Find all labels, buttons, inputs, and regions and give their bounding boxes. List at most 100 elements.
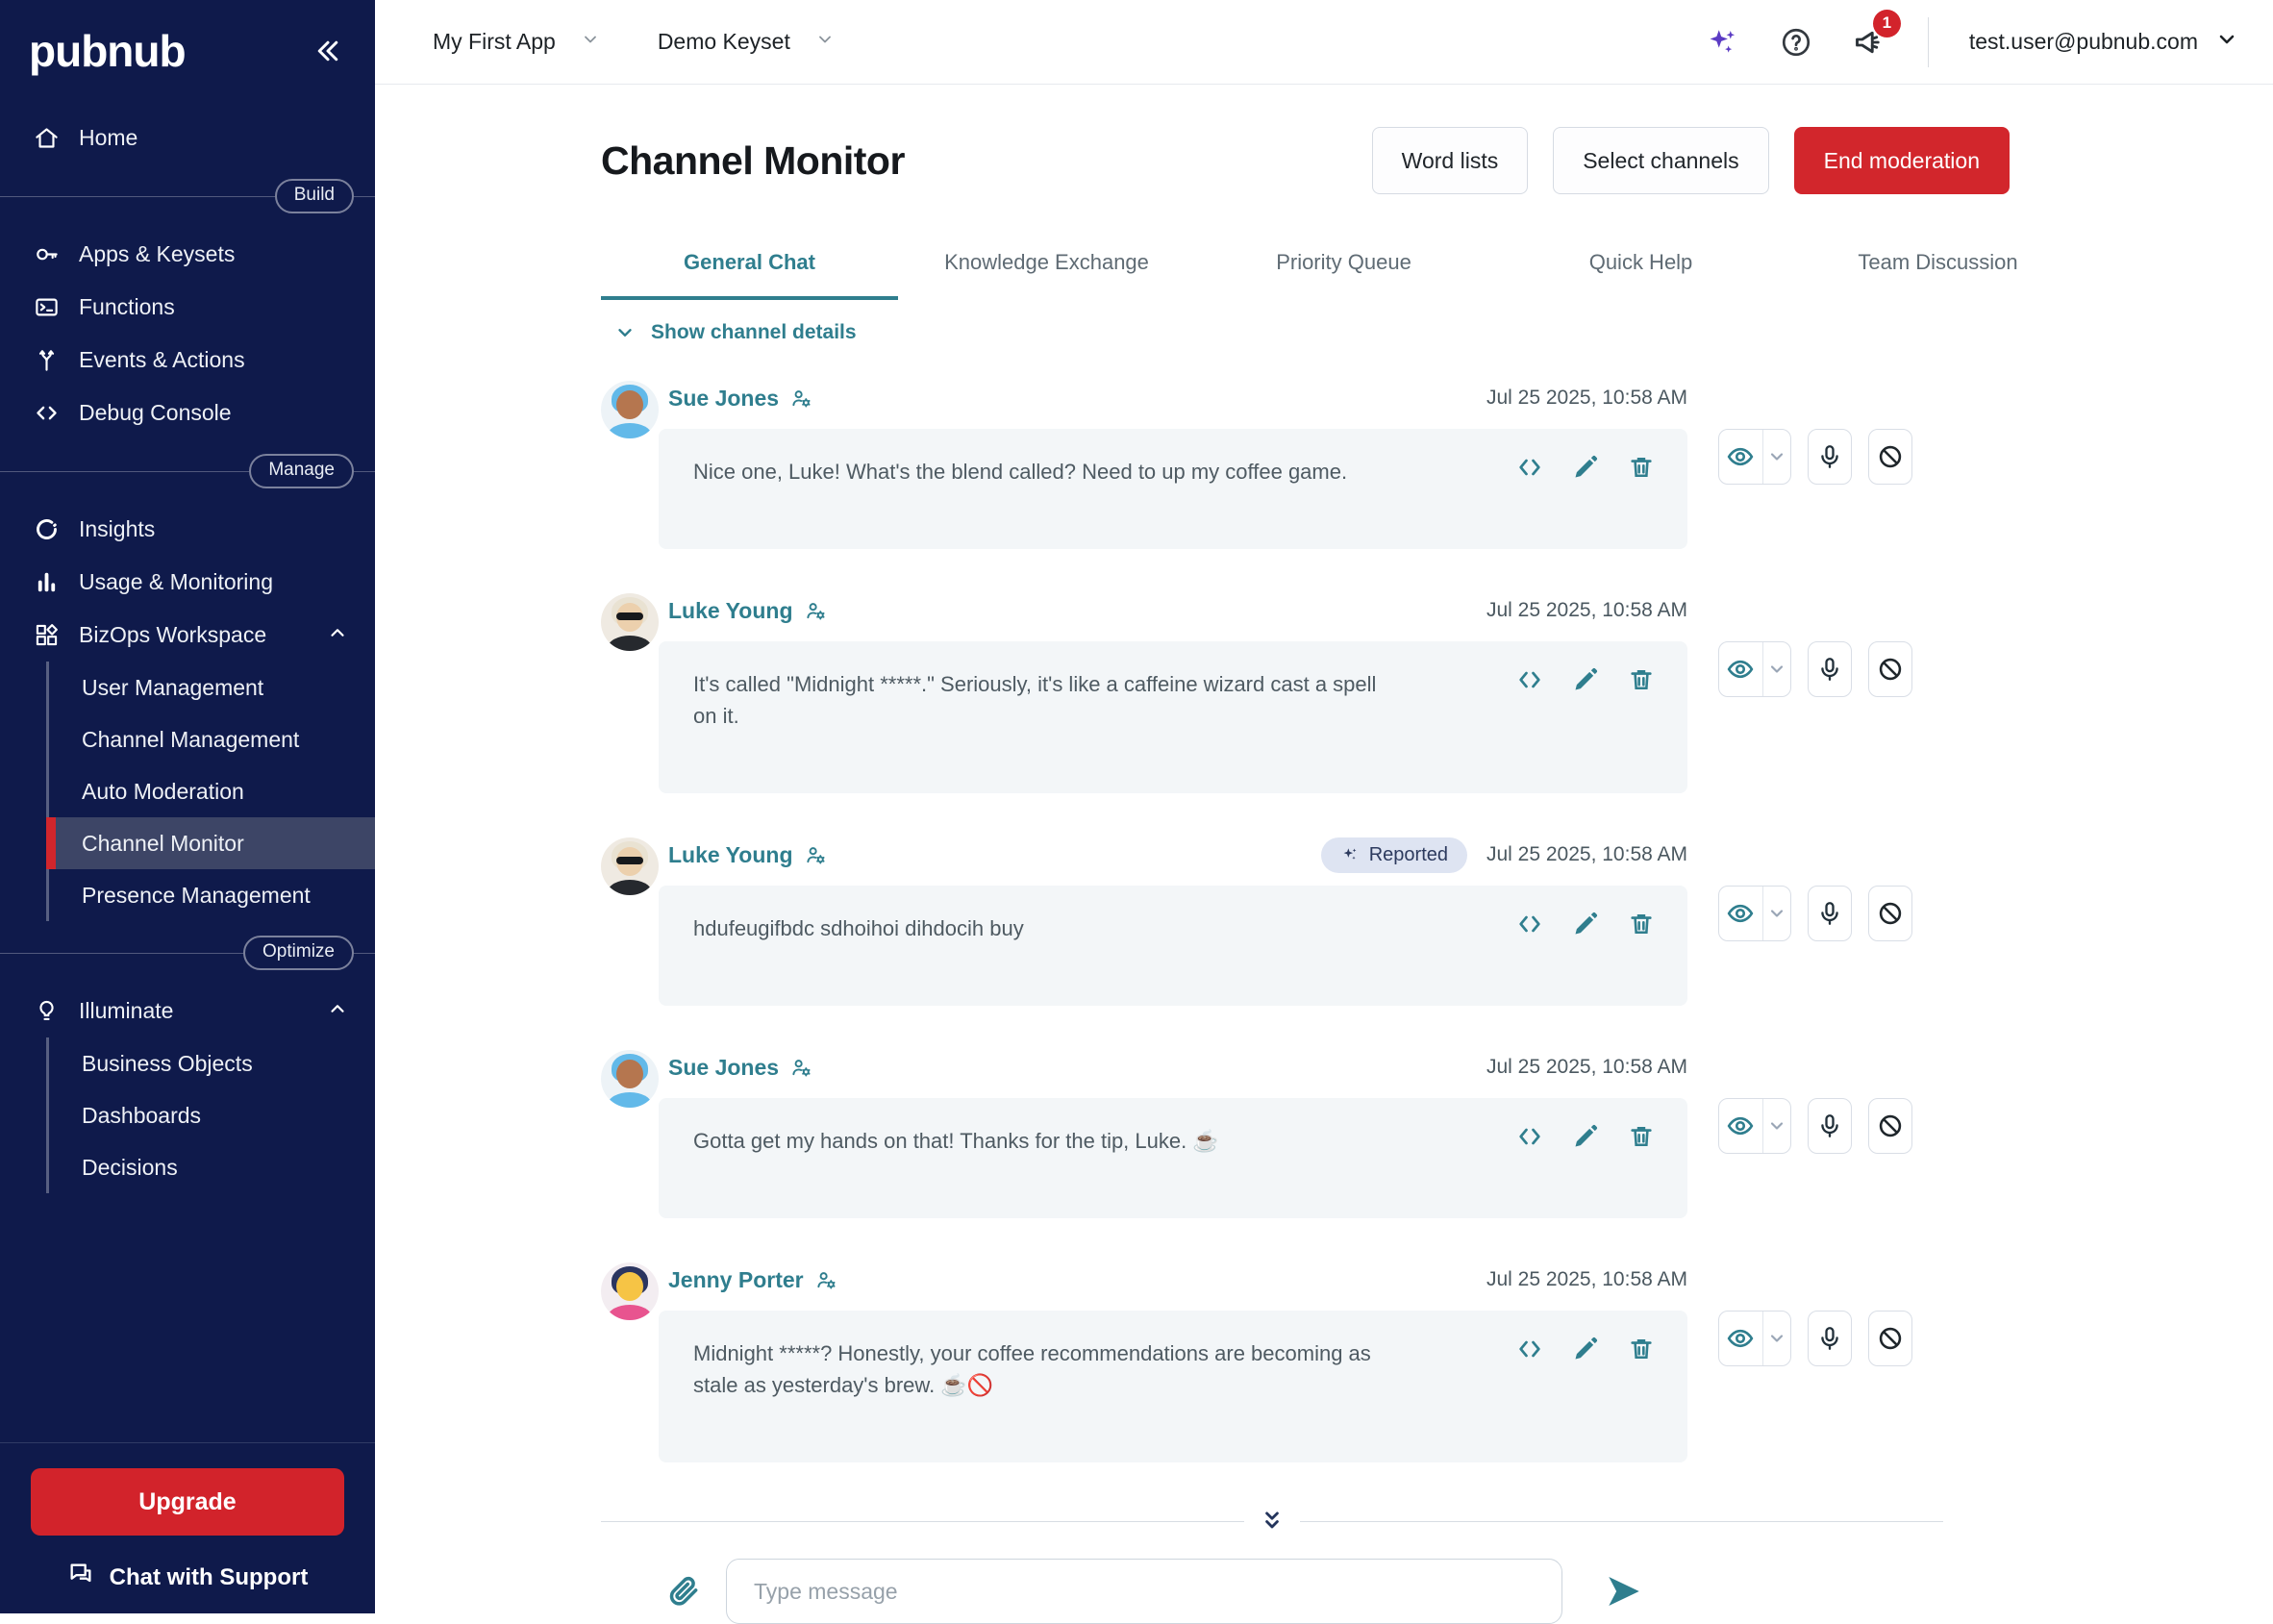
tab-general-chat[interactable]: General Chat xyxy=(601,238,898,300)
word-lists-button[interactable]: Word lists xyxy=(1372,127,1529,194)
tab-knowledge-exchange[interactable]: Knowledge Exchange xyxy=(898,238,1195,300)
delete-message-icon[interactable] xyxy=(1628,911,1655,937)
sidebar-item-auto-moderation[interactable]: Auto Moderation xyxy=(49,765,375,817)
notification-badge: 1 xyxy=(1873,10,1901,37)
sidebar-item-label: Functions xyxy=(79,294,175,320)
ban-user-button[interactable] xyxy=(1868,1098,1912,1154)
view-payload-icon[interactable] xyxy=(1516,666,1543,693)
chat-with-support-button[interactable]: Chat with Support xyxy=(31,1561,344,1594)
ban-user-button[interactable] xyxy=(1868,641,1912,697)
sidebar-item-channel-management[interactable]: Channel Management xyxy=(49,713,375,765)
tab-quick-help[interactable]: Quick Help xyxy=(1492,238,1789,300)
visibility-dropdown-button[interactable] xyxy=(1762,642,1790,696)
message-author-link[interactable]: Jenny Porter xyxy=(668,1267,837,1293)
sidebar-item-bizops-workspace[interactable]: BizOps Workspace xyxy=(0,609,375,662)
message-author-link[interactable]: Sue Jones xyxy=(668,386,812,412)
lightbulb-icon xyxy=(33,998,60,1024)
help-icon[interactable] xyxy=(1780,26,1812,59)
sidebar-item-decisions[interactable]: Decisions xyxy=(49,1141,375,1193)
user-email: test.user@pubnub.com xyxy=(1969,29,2198,55)
sidebar-item-illuminate[interactable]: Illuminate xyxy=(0,985,375,1037)
sidebar-item-business-objects[interactable]: Business Objects xyxy=(49,1037,375,1089)
avatar xyxy=(601,1262,659,1320)
ai-sparkles-icon[interactable] xyxy=(1707,26,1739,59)
sidebar-item-user-management[interactable]: User Management xyxy=(49,662,375,713)
upgrade-button[interactable]: Upgrade xyxy=(31,1468,344,1536)
sidebar-item-debug-console[interactable]: Debug Console xyxy=(0,387,375,439)
show-channel-details-toggle[interactable]: Show channel details xyxy=(601,321,2273,344)
message-input[interactable] xyxy=(726,1559,1562,1624)
view-payload-icon[interactable] xyxy=(1516,911,1543,937)
sidebar-item-label: BizOps Workspace xyxy=(79,622,327,648)
send-message-icon[interactable] xyxy=(1605,1572,1643,1611)
sidebar-item-apps-keysets[interactable]: Apps & Keysets xyxy=(0,228,375,281)
section-pill-manage: Manage xyxy=(249,454,354,488)
user-settings-icon[interactable] xyxy=(805,600,827,622)
mute-user-button[interactable] xyxy=(1808,886,1852,941)
announcements-icon[interactable]: 1 xyxy=(1853,25,1887,60)
attach-file-icon[interactable] xyxy=(668,1575,701,1608)
ban-user-button[interactable] xyxy=(1868,429,1912,485)
tab-team-discussion[interactable]: Team Discussion xyxy=(1789,238,2086,300)
eye-icon-button[interactable] xyxy=(1719,1312,1762,1365)
user-settings-icon[interactable] xyxy=(790,1057,812,1079)
mute-user-button[interactable] xyxy=(1808,1311,1852,1366)
user-settings-icon[interactable] xyxy=(815,1269,837,1291)
mute-user-button[interactable] xyxy=(1808,429,1852,485)
chevron-up-icon[interactable] xyxy=(327,998,348,1025)
message-text: Gotta get my hands on that! Thanks for t… xyxy=(693,1125,1386,1157)
moderation-actions xyxy=(1718,1311,1912,1366)
delete-message-icon[interactable] xyxy=(1628,1123,1655,1150)
message-text: hdufeugifbdc sdhoihoi dihdocih buy xyxy=(693,912,1386,944)
sidebar-item-dashboards[interactable]: Dashboards xyxy=(49,1089,375,1141)
edit-message-icon[interactable] xyxy=(1572,666,1599,693)
app-selector[interactable]: My First App xyxy=(433,29,600,55)
edit-message-icon[interactable] xyxy=(1572,454,1599,481)
sidebar-item-home[interactable]: Home xyxy=(0,112,375,164)
eye-icon-button[interactable] xyxy=(1719,887,1762,940)
visibility-dropdown-button[interactable] xyxy=(1762,1312,1790,1365)
ban-user-button[interactable] xyxy=(1868,1311,1912,1366)
sidebar-collapse-icon[interactable] xyxy=(313,37,342,65)
chevron-up-icon[interactable] xyxy=(327,622,348,649)
moderation-actions xyxy=(1718,641,1912,697)
eye-icon-button[interactable] xyxy=(1719,430,1762,484)
section-divider-optimize: Optimize xyxy=(0,935,375,971)
scroll-to-bottom-icon[interactable] xyxy=(1244,1509,1300,1534)
sidebar-item-functions[interactable]: Functions xyxy=(0,281,375,334)
mute-user-button[interactable] xyxy=(1808,641,1852,697)
user-menu[interactable]: test.user@pubnub.com xyxy=(1969,28,2238,57)
delete-message-icon[interactable] xyxy=(1628,454,1655,481)
eye-icon-button[interactable] xyxy=(1719,1099,1762,1153)
sidebar-item-channel-monitor[interactable]: Channel Monitor xyxy=(46,817,375,869)
ban-user-button[interactable] xyxy=(1868,886,1912,941)
visibility-dropdown-button[interactable] xyxy=(1762,430,1790,484)
keyset-selector[interactable]: Demo Keyset xyxy=(658,29,835,55)
end-moderation-button[interactable]: End moderation xyxy=(1794,127,2010,194)
tab-priority-queue[interactable]: Priority Queue xyxy=(1195,238,1492,300)
delete-message-icon[interactable] xyxy=(1628,1336,1655,1362)
edit-message-icon[interactable] xyxy=(1572,911,1599,937)
select-channels-button[interactable]: Select channels xyxy=(1553,127,1768,194)
edit-message-icon[interactable] xyxy=(1572,1123,1599,1150)
view-payload-icon[interactable] xyxy=(1516,454,1543,481)
eye-icon-button[interactable] xyxy=(1719,642,1762,696)
visibility-split-button xyxy=(1718,1098,1791,1154)
message-author-link[interactable]: Sue Jones xyxy=(668,1055,812,1081)
message-author-link[interactable]: Luke Young xyxy=(668,842,827,868)
user-settings-icon[interactable] xyxy=(805,844,827,866)
pubnub-logo[interactable]: pubnub xyxy=(29,25,186,77)
message-author-link[interactable]: Luke Young xyxy=(668,598,827,624)
delete-message-icon[interactable] xyxy=(1628,666,1655,693)
view-payload-icon[interactable] xyxy=(1516,1336,1543,1362)
sidebar-item-insights[interactable]: Insights xyxy=(0,503,375,556)
sidebar-item-presence-management[interactable]: Presence Management xyxy=(49,869,375,921)
visibility-dropdown-button[interactable] xyxy=(1762,887,1790,940)
view-payload-icon[interactable] xyxy=(1516,1123,1543,1150)
user-settings-icon[interactable] xyxy=(790,387,812,410)
sidebar-item-usage-monitoring[interactable]: Usage & Monitoring xyxy=(0,556,375,609)
visibility-dropdown-button[interactable] xyxy=(1762,1099,1790,1153)
sidebar-item-events-actions[interactable]: Events & Actions xyxy=(0,334,375,387)
edit-message-icon[interactable] xyxy=(1572,1336,1599,1362)
mute-user-button[interactable] xyxy=(1808,1098,1852,1154)
